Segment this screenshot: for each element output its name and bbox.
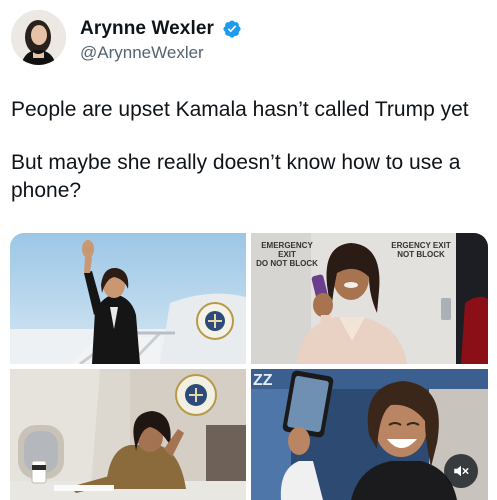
- author-avatar[interactable]: [11, 10, 66, 65]
- author-handle[interactable]: @ArynneWexler: [80, 43, 242, 63]
- emergency-exit-sign-left: EMERGENCY EXIT DO NOT BLOCK: [256, 241, 318, 268]
- author-info: Arynne Wexler @ArynneWexler: [80, 18, 242, 63]
- emergency-exit-sign-right: ERGENCY EXIT NOT BLOCK: [391, 241, 451, 259]
- avatar-photo: [11, 10, 66, 65]
- tweet-header: Arynne Wexler @ArynneWexler: [11, 10, 481, 66]
- author-display-name[interactable]: Arynne Wexler: [80, 18, 214, 40]
- tweet-paragraph: People are upset Kamala hasn’t called Tr…: [11, 98, 469, 121]
- media-image-1[interactable]: [10, 233, 246, 364]
- svg-text:ZZ: ZZ: [253, 372, 273, 389]
- media-image-4[interactable]: ZZ: [251, 369, 488, 500]
- media-grid: EMERGENCY EXIT DO NOT BLOCK ERGENCY EXIT…: [10, 233, 488, 500]
- photo-waving-on-stairs: [10, 233, 246, 364]
- speaker-muted-icon: [454, 465, 469, 477]
- media-image-3[interactable]: [10, 369, 246, 500]
- mute-toggle-button[interactable]: [444, 454, 478, 488]
- verified-badge-icon: [223, 20, 242, 38]
- media-image-2[interactable]: EMERGENCY EXIT DO NOT BLOCK ERGENCY EXIT…: [251, 233, 488, 364]
- tweet-paragraph: But maybe she really doesn’t know how to…: [11, 151, 461, 202]
- photo-seated-in-cabin: [10, 369, 246, 500]
- tweet-body: People are upset Kamala hasn’t called Tr…: [11, 96, 487, 205]
